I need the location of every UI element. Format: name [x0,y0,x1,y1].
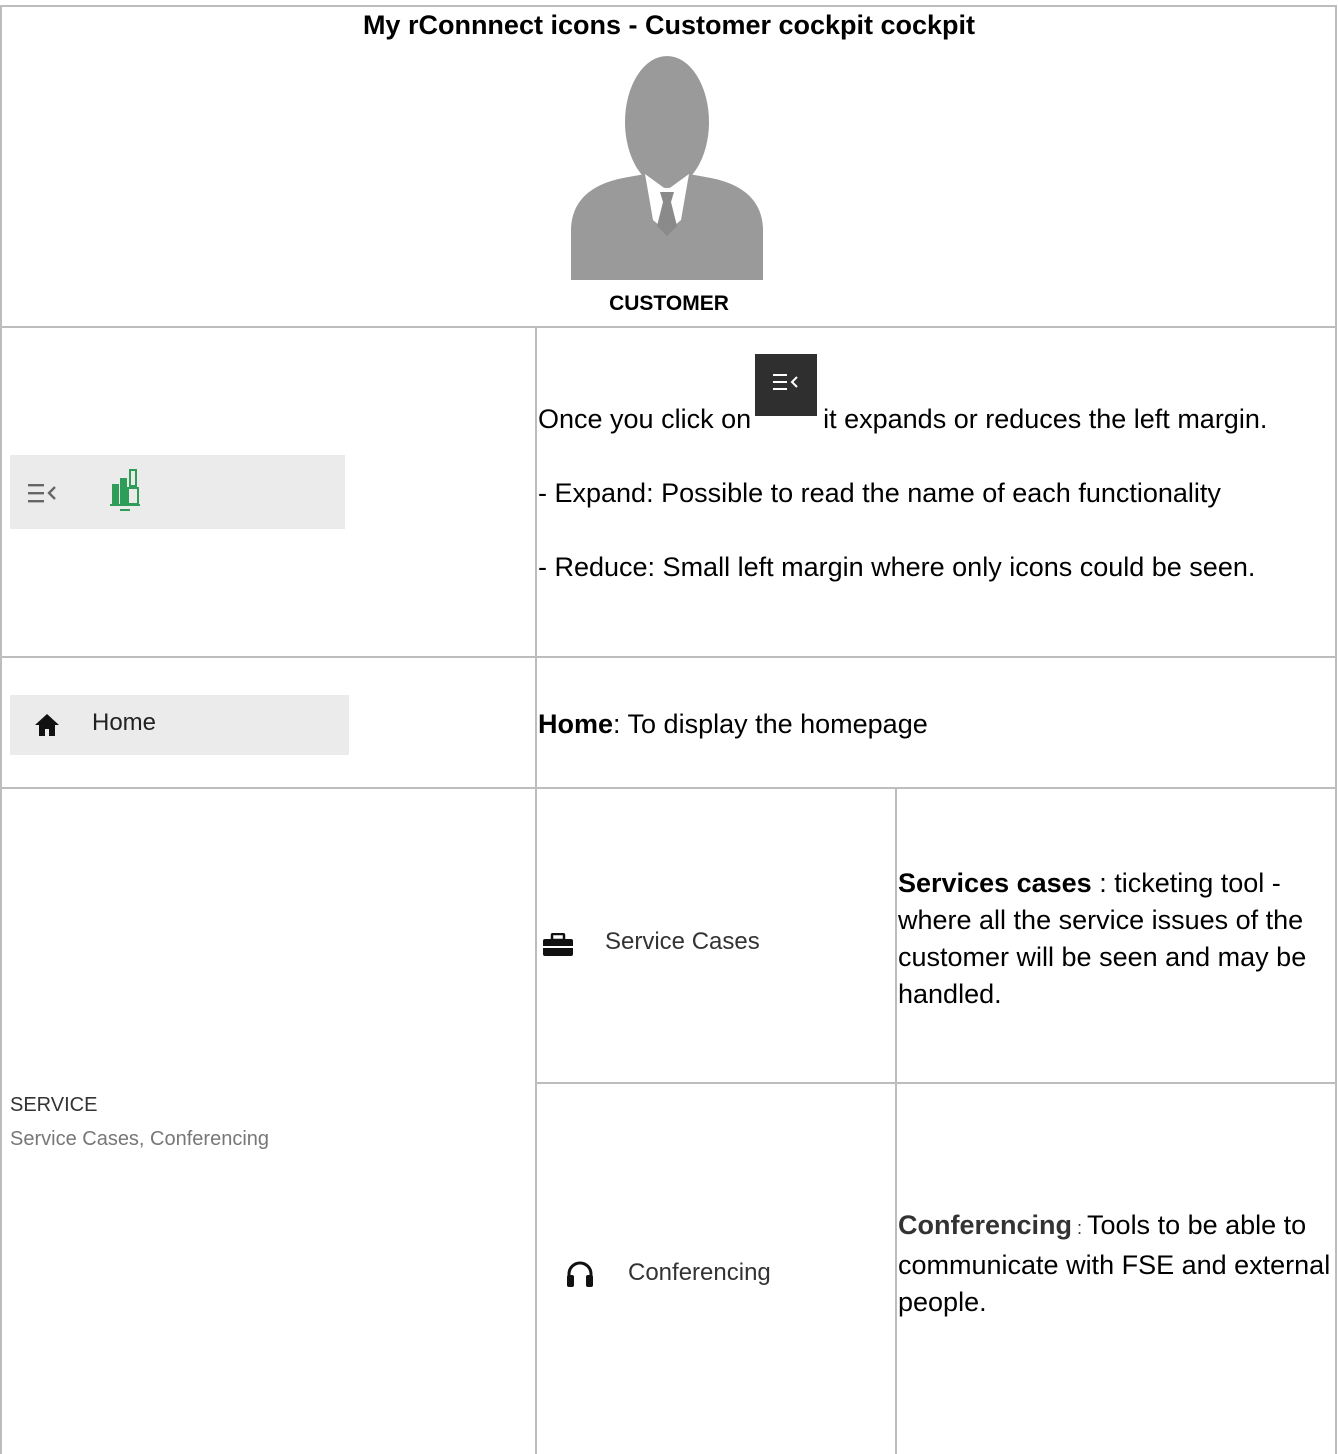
column-divider-1 [535,326,537,1454]
table-border-right [1335,5,1337,1454]
home-description: Home: To display the homepage [538,709,928,739]
service-section-title: SERVICE [10,1094,98,1116]
row-divider-1 [0,326,1336,328]
avatar-label: CUSTOMER [609,292,729,315]
sidebar-item-home[interactable]: Home [10,695,349,755]
home-icon [35,714,59,736]
row-divider-3 [0,787,1336,789]
service-cases-description: Services cases : ticketing tool - where … [898,868,1307,1009]
headphones-icon [567,1261,593,1287]
menu-toggle-button[interactable] [755,354,818,416]
conferencing-description: Conferencing : Tools to be able to commu… [898,1210,1331,1317]
expand-description: - Expand: Possible to read the name of e… [538,478,1221,508]
menu-collapse-icon[interactable] [28,483,58,505]
reduce-description: - Reduce: Small left margin where only i… [538,552,1256,582]
row-divider-2 [0,656,1336,658]
row-divider-service [535,1082,1336,1084]
factory-logo-icon [110,469,140,511]
menu-toggle-description: Once you click on it expands or reduces t… [538,354,1328,586]
nav-item-service-cases[interactable]: Service Cases [605,928,760,956]
sidebar-item-label: Home [92,709,157,736]
nav-item-conferencing[interactable]: Conferencing [628,1259,771,1287]
service-section-subtitle: Service Cases, Conferencing [10,1128,270,1150]
briefcase-icon [543,933,573,956]
table-border-left [0,5,2,1454]
menu-collapse-icon [773,374,798,390]
table-border-top [0,5,1336,7]
page-title: My rConnnect icons - Customer cockpit co… [362,10,976,40]
collapsed-sidebar-preview [10,455,345,529]
column-divider-2 [895,787,897,1454]
customer-avatar-icon [571,56,763,280]
